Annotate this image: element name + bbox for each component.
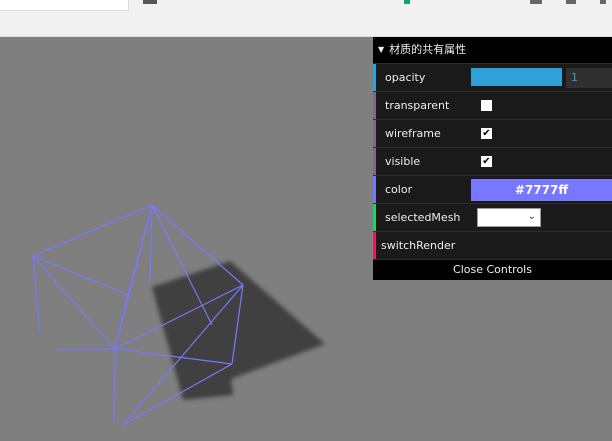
- folder-title-label: 材质的共有属性: [389, 43, 467, 56]
- wireframe-checkbox[interactable]: ✔: [481, 128, 492, 139]
- address-bar-fragment[interactable]: [0, 0, 129, 11]
- color-row: color #7777ff: [373, 176, 612, 204]
- chevron-down-icon: ⌄: [527, 211, 536, 222]
- wireframe-label: wireframe: [385, 127, 441, 140]
- opacity-slider-fill: [471, 68, 562, 86]
- color-picker[interactable]: #7777ff: [471, 179, 612, 201]
- caret-down-icon: ▼: [378, 45, 385, 54]
- browser-toolbar: [0, 0, 612, 37]
- close-controls-button[interactable]: Close Controls: [373, 260, 612, 280]
- controls-panel: ▼ 材质的共有属性 opacity 1 transparent wireframe…: [373, 37, 612, 280]
- opacity-input[interactable]: 1: [566, 68, 612, 88]
- selectedmesh-row: selectedMesh ⌄: [373, 204, 612, 232]
- switchrender-row[interactable]: switchRender: [373, 232, 612, 260]
- visible-row: visible ✔: [373, 148, 612, 176]
- opacity-slider[interactable]: [471, 68, 562, 86]
- row-stripe: [373, 232, 376, 259]
- toolbar-icon[interactable]: [530, 0, 542, 4]
- app-window: ▼ 材质的共有属性 opacity 1 transparent wireframe…: [0, 0, 612, 441]
- toolbar-icon[interactable]: [143, 0, 157, 4]
- mesh-shadow: [152, 261, 325, 400]
- row-stripe: [373, 148, 376, 175]
- toolbar-icon[interactable]: [566, 0, 576, 4]
- selectedmesh-label: selectedMesh: [385, 211, 461, 224]
- opacity-label: opacity: [385, 71, 426, 84]
- toolbar-icon[interactable]: [600, 0, 606, 4]
- selectedmesh-dropdown[interactable]: ⌄: [477, 208, 541, 227]
- row-stripe: [373, 120, 376, 147]
- row-stripe: [373, 176, 376, 203]
- wireframe-row: wireframe ✔: [373, 120, 612, 148]
- visible-label: visible: [385, 155, 421, 168]
- toolbar-icon[interactable]: [404, 0, 410, 4]
- color-label: color: [385, 183, 413, 196]
- folder-title[interactable]: ▼ 材质的共有属性: [373, 37, 612, 64]
- switchrender-button[interactable]: switchRender: [381, 232, 455, 259]
- row-stripe: [373, 204, 376, 231]
- visible-checkbox[interactable]: ✔: [481, 156, 492, 167]
- row-stripe: [373, 64, 376, 91]
- transparent-label: transparent: [385, 99, 450, 112]
- row-stripe: [373, 92, 376, 119]
- transparent-row: transparent: [373, 92, 612, 120]
- opacity-row: opacity 1: [373, 64, 612, 92]
- transparent-checkbox[interactable]: [481, 100, 492, 111]
